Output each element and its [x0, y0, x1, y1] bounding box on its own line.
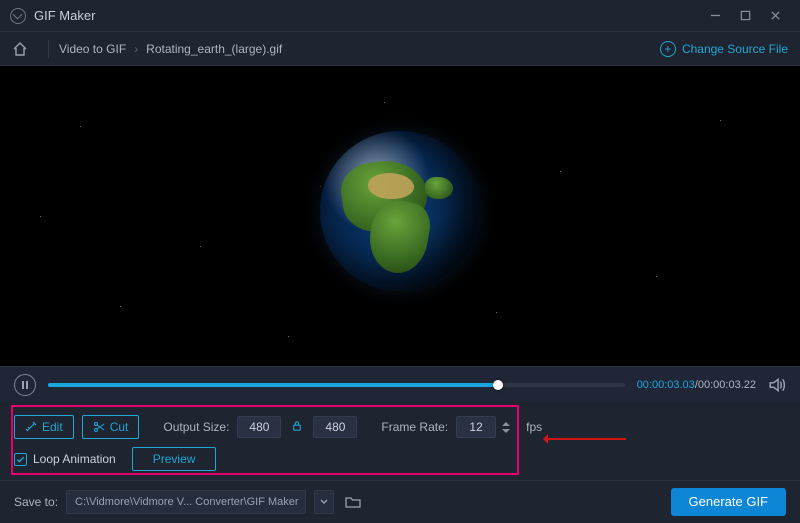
transport-bar: 00:00:03.03/00:00:03.22: [0, 366, 800, 402]
close-button[interactable]: [760, 4, 790, 28]
settings-panel: Edit Cut Output Size: 480 480 Frame Rate…: [0, 402, 800, 480]
video-preview: [0, 66, 800, 366]
scissors-icon: [93, 421, 105, 433]
home-icon: [12, 41, 28, 57]
timecode: 00:00:03.03/00:00:03.22: [637, 379, 756, 391]
output-size-label: Output Size:: [163, 420, 229, 434]
pause-icon: [22, 381, 24, 389]
caret-down-icon: [320, 498, 328, 506]
breadcrumb-root[interactable]: Video to GIF: [59, 42, 126, 56]
preview-button[interactable]: Preview: [132, 447, 217, 471]
total-time: 00:00:03.22: [698, 379, 756, 391]
minimize-button[interactable]: [700, 4, 730, 28]
height-input[interactable]: 480: [313, 416, 357, 438]
volume-button[interactable]: [768, 376, 786, 394]
spinner-up[interactable]: [502, 422, 510, 426]
titlebar: GIF Maker: [0, 0, 800, 32]
folder-icon: [345, 495, 361, 509]
breadcrumb-file[interactable]: Rotating_earth_(large).gif: [146, 42, 282, 56]
maximize-icon: [740, 10, 751, 21]
settings-row-1: Edit Cut Output Size: 480 480 Frame Rate…: [14, 412, 786, 442]
checkbox-box: [14, 453, 27, 466]
settings-row-2: Loop Animation Preview: [14, 442, 786, 476]
current-time: 00:00:03.03: [637, 379, 695, 391]
cut-label: Cut: [110, 420, 129, 434]
width-input[interactable]: 480: [237, 416, 281, 438]
check-icon: [16, 455, 25, 464]
minimize-icon: [710, 10, 721, 21]
volume-icon: [768, 376, 786, 394]
footer: Save to: C:\Vidmore\Vidmore V... Convert…: [0, 480, 800, 522]
seek-fill: [48, 383, 498, 387]
save-path-field[interactable]: C:\Vidmore\Vidmore V... Converter\GIF Ma…: [66, 490, 306, 514]
close-icon: [770, 10, 781, 21]
chevron-right-icon: ›: [134, 42, 138, 56]
loop-animation-label: Loop Animation: [33, 452, 116, 466]
app-logo-icon: [10, 8, 26, 24]
pause-button[interactable]: [14, 374, 36, 396]
loop-animation-checkbox[interactable]: Loop Animation: [14, 452, 116, 466]
save-to-label: Save to:: [14, 495, 58, 509]
frame-rate-input[interactable]: 12: [456, 416, 496, 438]
edit-button[interactable]: Edit: [14, 415, 74, 439]
app-title: GIF Maker: [34, 8, 95, 23]
wand-icon: [25, 421, 37, 433]
generate-gif-button[interactable]: Generate GIF: [671, 488, 786, 516]
cut-button[interactable]: Cut: [82, 415, 140, 439]
toolbar-separator: [48, 40, 49, 58]
maximize-button[interactable]: [730, 4, 760, 28]
browse-folder-button[interactable]: [342, 491, 364, 513]
fps-unit: fps: [526, 420, 542, 434]
plus-circle-icon: +: [660, 41, 676, 57]
earth-graphic: [320, 131, 480, 291]
spinner-down[interactable]: [502, 429, 510, 433]
frame-rate-spinner: [502, 416, 514, 438]
change-source-label: Change Source File: [682, 42, 788, 56]
change-source-button[interactable]: + Change Source File: [660, 41, 788, 57]
annotation-arrow: [546, 438, 626, 440]
seek-slider[interactable]: [48, 383, 625, 387]
edit-label: Edit: [42, 420, 63, 434]
frame-rate-label: Frame Rate:: [381, 420, 448, 434]
lock-aspect-button[interactable]: [289, 420, 305, 435]
home-button[interactable]: [12, 41, 28, 57]
lock-icon: [292, 420, 302, 432]
seek-thumb[interactable]: [493, 380, 503, 390]
save-path-dropdown[interactable]: [314, 490, 334, 514]
toolbar: Video to GIF › Rotating_earth_(large).gi…: [0, 32, 800, 66]
